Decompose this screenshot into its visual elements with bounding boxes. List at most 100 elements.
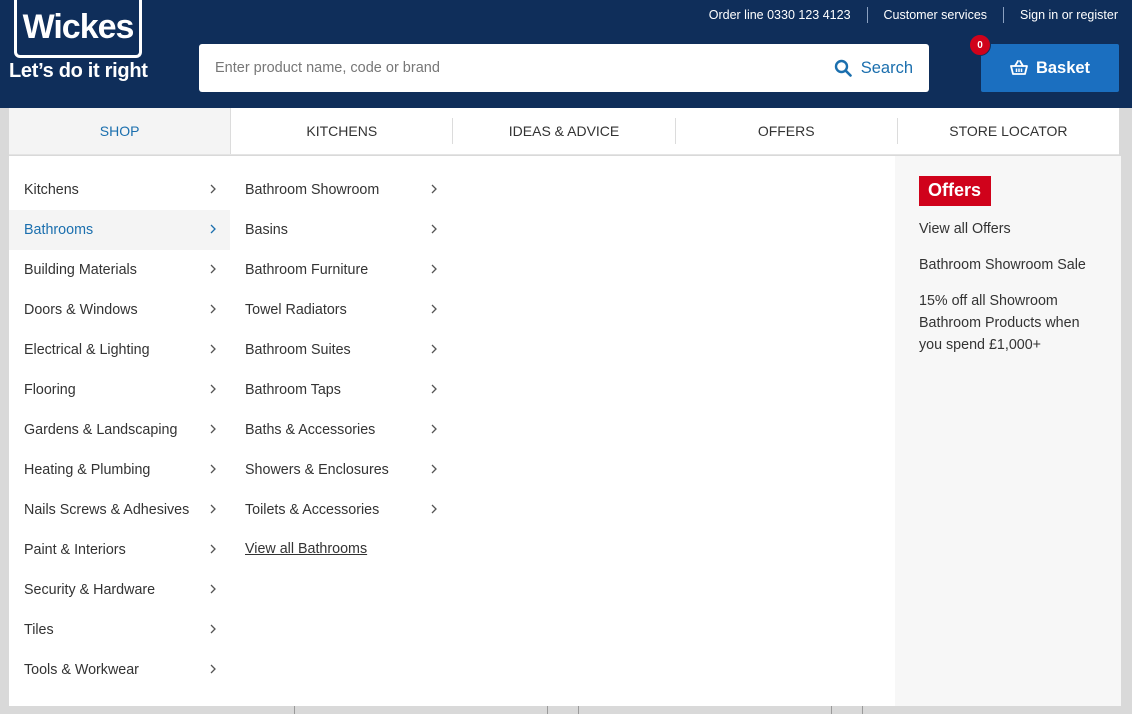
tab-ideas-advice[interactable]: IDEAS & ADVICE: [453, 118, 676, 144]
subcategory-item-baths-and-accessories[interactable]: Baths & Accessories: [230, 410, 451, 450]
wickes-logo[interactable]: Wickes: [14, 0, 142, 58]
background-divider: [831, 706, 832, 714]
customer-services-link[interactable]: Customer services: [868, 7, 1005, 23]
offers-title: Offers: [919, 176, 992, 206]
bathroom-showroom-sale-link[interactable]: Bathroom Showroom Sale: [919, 254, 1121, 276]
background-divider: [862, 706, 863, 714]
search-bar: Search: [199, 44, 929, 92]
top-links: Order line 0330 123 4123 Customer servic…: [693, 7, 1118, 23]
tagline: Let’s do it right: [9, 60, 148, 82]
shop-mega-menu: Kitchens Bathrooms Building Materials Doors…: [9, 156, 1121, 706]
chevron-right-icon: [431, 384, 437, 394]
chevron-right-icon: [431, 464, 437, 474]
tab-shop[interactable]: SHOP: [9, 108, 232, 154]
chevron-right-icon: [210, 344, 216, 354]
basket-button[interactable]: Basket: [981, 44, 1119, 92]
chevron-right-icon: [210, 424, 216, 434]
subcategory-item-bathroom-furniture[interactable]: Bathroom Furniture: [230, 250, 451, 290]
category-item-building-materials[interactable]: Building Materials: [9, 250, 230, 290]
site-header: Wickes Let’s do it right Order line 0330…: [0, 0, 1132, 108]
category-label: Doors & Windows: [24, 302, 138, 318]
search-button-label: Search: [860, 58, 913, 77]
category-label: Building Materials: [24, 262, 137, 278]
chevron-right-icon: [431, 344, 437, 354]
tab-store-locator[interactable]: STORE LOCATOR: [898, 118, 1119, 144]
category-item-kitchens[interactable]: Kitchens: [9, 170, 230, 210]
offer-promo-text[interactable]: 15% off all Showroom Bathroom Products w…: [919, 290, 1121, 356]
offers-panel: Offers View all Offers Bathroom Showroom…: [895, 156, 1121, 706]
category-label: Gardens & Landscaping: [24, 422, 178, 438]
subcategory-item-bathroom-showroom[interactable]: Bathroom Showroom: [230, 170, 451, 210]
main-nav: SHOP KITCHENS IDEAS & ADVICE OFFERS STOR…: [9, 108, 1119, 155]
chevron-right-icon: [431, 304, 437, 314]
search-button[interactable]: Search: [834, 44, 913, 92]
chevron-right-icon: [210, 224, 216, 234]
category-label: Electrical & Lighting: [24, 342, 150, 358]
category-list: Kitchens Bathrooms Building Materials Doors…: [9, 170, 230, 690]
chevron-right-icon: [431, 224, 437, 234]
category-label: Nails Screws & Adhesives: [24, 502, 190, 518]
subcategory-item-basins[interactable]: Basins: [230, 210, 451, 250]
category-item-tiles[interactable]: Tiles: [9, 610, 230, 650]
subcategory-item-bathroom-taps[interactable]: Bathroom Taps: [230, 370, 451, 410]
basket-count-badge: 0: [969, 34, 991, 56]
category-item-electrical-and-lighting[interactable]: Electrical & Lighting: [9, 330, 230, 370]
category-label: Security & Hardware: [24, 582, 156, 598]
basket-icon: [1010, 60, 1028, 75]
chevron-right-icon: [210, 184, 216, 194]
search-input[interactable]: [199, 44, 819, 92]
chevron-right-icon: [210, 664, 216, 674]
view-all-bathrooms-link[interactable]: View all Bathrooms: [230, 541, 451, 557]
search-icon: [834, 59, 852, 77]
chevron-right-icon: [431, 184, 437, 194]
category-item-flooring[interactable]: Flooring: [9, 370, 230, 410]
tab-kitchens[interactable]: KITCHENS: [231, 118, 454, 144]
chevron-right-icon: [210, 264, 216, 274]
chevron-right-icon: [210, 384, 216, 394]
chevron-right-icon: [431, 424, 437, 434]
subcategory-label: Showers & Enclosures: [245, 462, 389, 478]
subcategory-label: Baths & Accessories: [245, 422, 376, 438]
category-item-doors-and-windows[interactable]: Doors & Windows: [9, 290, 230, 330]
category-item-gardens-and-landscaping[interactable]: Gardens & Landscaping: [9, 410, 230, 450]
view-all-offers-link[interactable]: View all Offers: [919, 218, 1121, 240]
chevron-right-icon: [210, 584, 216, 594]
background-divider: [578, 706, 579, 714]
subcategory-label: Bathroom Furniture: [245, 262, 369, 278]
subcategory-label: Bathroom Showroom: [245, 182, 380, 198]
order-line-link[interactable]: Order line 0330 123 4123: [693, 7, 868, 23]
tab-offers[interactable]: OFFERS: [676, 118, 898, 144]
category-item-tools-and-workwear[interactable]: Tools & Workwear: [9, 650, 230, 690]
subcategory-label: Bathroom Suites: [245, 342, 351, 358]
category-item-nails-screws-and-adhesives[interactable]: Nails Screws & Adhesives: [9, 490, 230, 530]
chevron-right-icon: [210, 504, 216, 514]
subcategory-item-towel-radiators[interactable]: Towel Radiators: [230, 290, 451, 330]
basket-label: Basket: [1035, 58, 1091, 77]
subcategory-item-toilets-and-accessories[interactable]: Toilets & Accessories: [230, 490, 451, 530]
chevron-right-icon: [431, 504, 437, 514]
category-label: Tools & Workwear: [24, 662, 139, 678]
chevron-right-icon: [210, 624, 216, 634]
category-item-heating-and-plumbing[interactable]: Heating & Plumbing: [9, 450, 230, 490]
subcategory-label: Bathroom Taps: [245, 382, 341, 398]
category-label: Paint & Interiors: [24, 542, 126, 558]
subcategory-item-bathroom-suites[interactable]: Bathroom Suites: [230, 330, 451, 370]
category-label: Tiles: [24, 622, 54, 638]
category-label: Flooring: [24, 382, 76, 398]
subcategory-label: Basins: [245, 222, 288, 238]
category-item-security-and-hardware[interactable]: Security & Hardware: [9, 570, 230, 610]
chevron-right-icon: [210, 304, 216, 314]
subcategory-label: Toilets & Accessories: [245, 502, 380, 518]
logo-text: Wickes: [22, 8, 135, 46]
chevron-right-icon: [431, 264, 437, 274]
category-item-bathrooms[interactable]: Bathrooms: [9, 210, 230, 250]
category-label: Bathrooms: [24, 222, 94, 238]
background-divider: [294, 706, 295, 714]
chevron-right-icon: [210, 544, 216, 554]
category-label: Heating & Plumbing: [24, 462, 151, 478]
subcategory-list: Bathroom Showroom Basins Bathroom Furnitur…: [230, 170, 451, 557]
sign-in-link[interactable]: Sign in or register: [1004, 7, 1118, 23]
category-item-paint-and-interiors[interactable]: Paint & Interiors: [9, 530, 230, 570]
category-label: Kitchens: [24, 182, 79, 198]
subcategory-item-showers-and-enclosures[interactable]: Showers & Enclosures: [230, 450, 451, 490]
